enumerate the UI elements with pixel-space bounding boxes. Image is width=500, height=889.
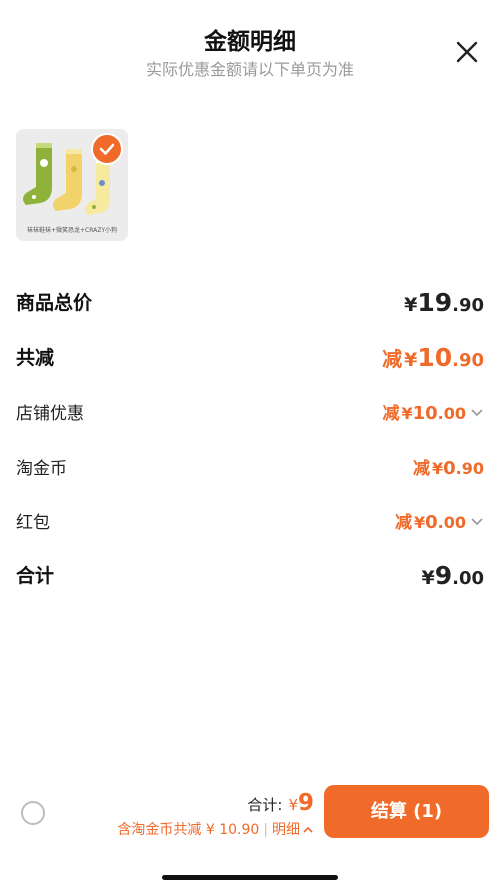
goods-total-dec: .90	[452, 295, 484, 316]
sheet-header: 金额明细 实际优惠金额请以下单页为准	[0, 0, 500, 90]
total-discount-currency: ¥	[404, 349, 418, 371]
page-title: 金额明细	[204, 29, 296, 55]
hongbao-dec: .00	[437, 513, 466, 532]
shop-discount-currency: ¥	[401, 404, 413, 423]
product-image-caption: 袜袜鞋袜+微笑恐龙+CRAZY小狗	[27, 226, 117, 234]
product-select-check[interactable]	[91, 133, 123, 165]
total-discount-dec: .90	[452, 350, 484, 371]
chevron-down-icon[interactable]	[470, 408, 484, 418]
total-discount-label: 共减	[16, 347, 55, 369]
hongbao-label: 红包	[16, 513, 50, 533]
shop-discount-dec: .00	[437, 404, 466, 423]
check-icon	[99, 143, 115, 155]
sum-label: 合计	[16, 565, 55, 587]
footer-total-label: 合计:	[247, 796, 283, 814]
taojinbi-prefix: 减	[412, 459, 430, 479]
hongbao-prefix: 减	[394, 513, 412, 533]
hongbao-value: 减 ¥0.00	[395, 508, 484, 533]
goods-total-currency: ¥	[404, 294, 418, 316]
detail-link[interactable]: 明细	[272, 822, 300, 838]
checkout-bar: 合计: ¥9 含淘金币共减 ¥ 10.90 | 明细 结算 (1)	[0, 776, 500, 856]
total-discount-prefix: 减	[382, 347, 403, 371]
shop-discount-value: 减 ¥10.00	[382, 399, 484, 424]
hongbao-currency: ¥	[413, 513, 426, 532]
page-subtitle: 实际优惠金额请以下单页为准	[145, 60, 354, 79]
sum-value: ¥9.00	[421, 561, 484, 590]
sum-int: 9	[434, 561, 453, 590]
taojinbi-int: 0	[443, 458, 456, 479]
shop-discount-label: 店铺优惠	[16, 404, 84, 424]
footer-total-currency: ¥	[288, 796, 298, 814]
close-icon[interactable]	[453, 38, 481, 66]
checkout-button[interactable]: 结算 (1)	[324, 785, 489, 838]
chevron-up-icon[interactable]	[302, 825, 314, 834]
goods-total-value: ¥19.90	[404, 288, 484, 317]
footer-savings[interactable]: 含淘金币共减 ¥ 10.90 | 明细	[117, 819, 314, 839]
total-discount-value: 减 ¥10.90	[382, 343, 484, 372]
goods-total-int: 19	[417, 288, 453, 317]
hongbao-int: 0	[425, 512, 438, 533]
taojinbi-label: 淘金币	[16, 459, 67, 479]
taojinbi-dec: .90	[455, 459, 484, 478]
footer-total: 合计: ¥9	[247, 790, 314, 816]
sum-dec: .00	[452, 568, 484, 589]
sum-currency: ¥	[421, 567, 435, 589]
shop-discount-int: 10	[412, 403, 438, 424]
home-indicator	[162, 875, 338, 880]
total-discount-int: 10	[417, 343, 453, 372]
select-all-radio[interactable]	[21, 801, 45, 825]
chevron-down-icon[interactable]	[470, 517, 484, 527]
shop-discount-prefix: 减	[382, 404, 400, 424]
taojinbi-value: 减 ¥0.90	[413, 454, 484, 479]
savings-separator: |	[263, 822, 268, 838]
footer-total-value: 9	[297, 790, 314, 816]
taojinbi-currency: ¥	[431, 459, 444, 478]
goods-total-label: 商品总价	[16, 292, 93, 314]
savings-text: 含淘金币共减 ¥ 10.90	[117, 822, 260, 838]
